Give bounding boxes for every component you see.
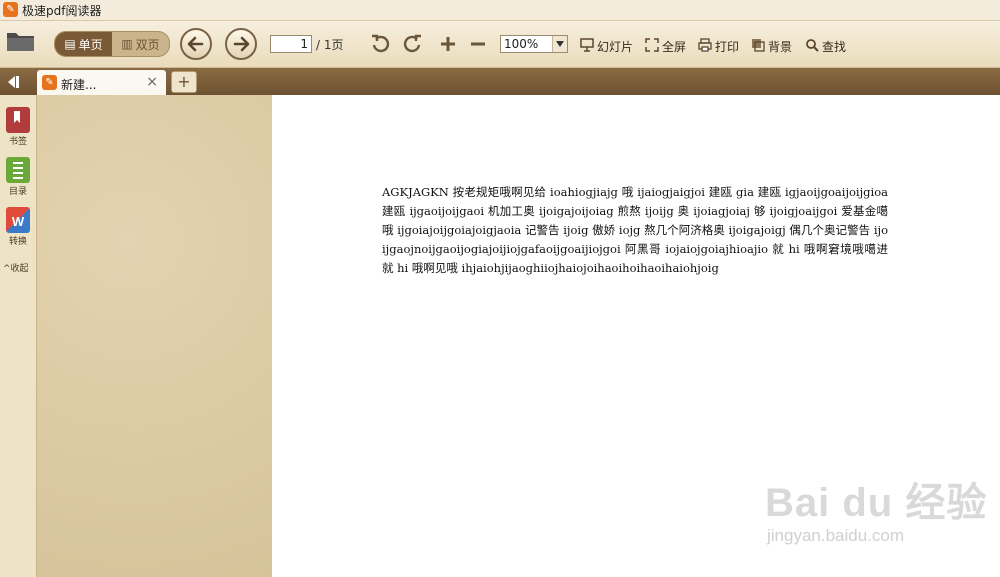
watermark-main: Bai du 经验 — [765, 481, 988, 525]
rotate-cw-icon — [403, 34, 421, 53]
rotate-ccw-icon — [372, 34, 390, 53]
sidebar-item-toc[interactable]: 目录 — [3, 157, 33, 197]
zoom-select[interactable]: 100% — [500, 35, 568, 53]
printer-icon — [698, 38, 712, 55]
sidebar-item-convert[interactable]: W 转换 — [3, 207, 33, 247]
sidebar-item-bookmark[interactable]: 书签 — [3, 107, 33, 147]
pdf-file-icon: ✎ — [42, 75, 57, 90]
background-icon — [751, 38, 765, 55]
title-bar: ✎ 极速pdf阅读器 — [0, 0, 1000, 21]
zoom-out-button[interactable] — [467, 33, 489, 55]
close-icon[interactable]: × — [146, 74, 158, 90]
plus-icon — [441, 37, 455, 51]
background-button[interactable]: 背景 — [751, 38, 792, 55]
toolbar: ▤ 单页 ▥ 双页 1 / 1页 100% 幻灯片 全屏 打印 背景 查找 — [0, 21, 1000, 68]
app-logo-icon: ✎ — [3, 2, 18, 17]
arrow-right-icon — [233, 36, 250, 52]
fullscreen-icon — [645, 38, 659, 55]
watermark-sub: jingyan.baidu.com — [767, 526, 905, 545]
thumbnail-pane — [37, 95, 272, 577]
arrow-left-icon — [187, 36, 204, 52]
next-page-button[interactable] — [225, 28, 257, 60]
folder-icon — [7, 33, 34, 51]
print-label: 打印 — [715, 40, 740, 54]
document-text: AGKJAGKN 按老规矩哦啊见给 ioahiogjiajg 哦 ijaiogj… — [382, 185, 888, 275]
page-number-input[interactable]: 1 — [270, 35, 312, 53]
prev-page-button[interactable] — [180, 28, 212, 60]
page-mode-toggle: ▤ 单页 ▥ 双页 — [54, 31, 170, 57]
single-page-button[interactable]: ▤ 单页 — [55, 32, 112, 56]
double-page-icon: ▥ — [121, 37, 133, 51]
single-page-label: 单页 — [78, 37, 103, 52]
toc-icon — [6, 157, 30, 183]
double-page-button[interactable]: ▥ 双页 — [112, 32, 169, 56]
sidebar-toggle-button[interactable] — [4, 72, 30, 92]
sidebar-item-label: 目录 — [8, 187, 27, 197]
convert-icon: W — [6, 207, 30, 233]
sidebar-item-label: 转换 — [8, 237, 27, 247]
slideshow-label: 幻灯片 — [597, 40, 634, 54]
find-button[interactable]: 查找 — [805, 38, 846, 55]
rotate-left-button[interactable] — [370, 33, 392, 55]
background-label: 背景 — [768, 40, 793, 54]
chevron-down-icon — [552, 36, 567, 52]
collapse-button[interactable]: ^收起 — [3, 261, 29, 274]
new-tab-button[interactable]: + — [171, 71, 197, 93]
sidebar: 书签 目录 W 转换 ^收起 — [0, 95, 37, 577]
slideshow-button[interactable]: 幻灯片 — [580, 38, 633, 55]
app-title: 极速pdf阅读器 — [22, 4, 102, 18]
tab-document[interactable]: ✎ 新建... × — [37, 70, 166, 95]
rotate-right-button[interactable] — [401, 33, 423, 55]
minus-icon — [471, 42, 485, 46]
chevron-up-icon: ^ — [3, 264, 11, 274]
fullscreen-label: 全屏 — [662, 40, 687, 54]
projector-icon — [580, 38, 594, 55]
tab-label: 新建... — [61, 78, 97, 92]
single-page-icon: ▤ — [64, 37, 76, 51]
print-button[interactable]: 打印 — [698, 38, 739, 55]
svg-text:W: W — [12, 214, 25, 229]
zoom-in-button[interactable] — [437, 33, 459, 55]
collapse-label: 收起 — [10, 264, 29, 274]
find-label: 查找 — [822, 40, 847, 54]
bookmark-icon — [6, 107, 30, 133]
search-icon — [805, 38, 819, 55]
double-page-label: 双页 — [135, 37, 160, 52]
fullscreen-button[interactable]: 全屏 — [645, 38, 686, 55]
sidebar-item-label: 书签 — [8, 137, 27, 147]
tab-bar: ✎ 新建... × + — [0, 68, 1000, 95]
open-folder-button[interactable] — [6, 29, 36, 53]
collapse-left-icon — [8, 76, 19, 88]
page-total: / 1页 — [316, 38, 344, 52]
zoom-value: 100% — [504, 37, 539, 51]
baidu-watermark: Bai du 经验 jingyan.baidu.com — [765, 470, 987, 546]
